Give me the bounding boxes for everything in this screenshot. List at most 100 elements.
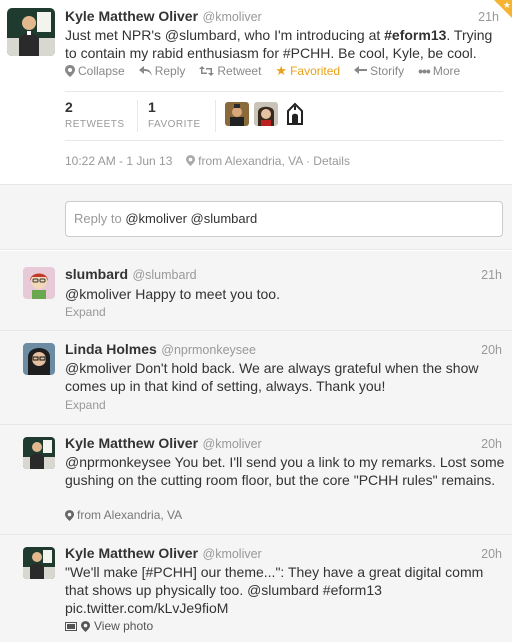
author-handle[interactable]: @nprmonkeysee: [161, 343, 256, 357]
tweet-text-part: . Be cool, Kyle, be cool.: [330, 45, 477, 61]
tweet-text: @kmoliver Happy to meet you too.: [65, 286, 280, 302]
conversation-tweet[interactable]: Kyle Matthew Oliver @kmoliver 20h @nprmo…: [0, 425, 512, 535]
author-name[interactable]: slumbard: [65, 266, 128, 282]
location-pin-icon: [81, 620, 90, 632]
avatar[interactable]: [23, 547, 55, 579]
tweet-header: Kyle Matthew Oliver @kmoliver: [65, 8, 262, 26]
tweet-text: Just met NPR's @slumbard, who I'm introd…: [65, 26, 505, 62]
tweet-text: "We'll make [#PCHH] our theme...": They …: [65, 564, 484, 616]
avatar-image: [23, 267, 55, 299]
details-link[interactable]: Details: [313, 154, 350, 168]
avatar-image: [23, 343, 55, 375]
avatar-image: [23, 437, 55, 469]
expand-link[interactable]: Expand: [65, 305, 106, 319]
conversation-tweet[interactable]: Linda Holmes @nprmonkeysee 20h @kmoliver…: [0, 331, 512, 425]
avatar-image: [7, 8, 55, 56]
tweet-header: Linda Holmes @nprmonkeysee: [65, 341, 256, 359]
reply-input-prefix: Reply to: [74, 211, 126, 226]
location-pin-icon: [185, 155, 195, 167]
conversation-tweet[interactable]: slumbard @slumbard 21h @kmoliver Happy t…: [0, 251, 512, 331]
author-handle[interactable]: @slumbard: [132, 268, 196, 282]
retweets-stat[interactable]: 2 RETWEETS: [65, 99, 125, 130]
author-name[interactable]: Kyle Matthew Oliver: [65, 8, 198, 24]
tweet-header: Kyle Matthew Oliver @kmoliver: [65, 545, 262, 563]
tweet-time[interactable]: 20h: [481, 343, 502, 357]
hashtag-link[interactable]: #PCHH: [283, 45, 330, 61]
author-handle[interactable]: @kmoliver: [203, 547, 262, 561]
photo-icon: [65, 622, 77, 631]
retweets-label: RETWEETS: [65, 119, 125, 130]
reply-button[interactable]: Reply: [138, 64, 186, 78]
tweet-datetime[interactable]: 10:22 AM - 1 Jun 13: [65, 154, 172, 168]
reply-input[interactable]: Reply to @kmoliver @slumbard: [65, 201, 503, 237]
ellipsis-icon: •••: [418, 63, 431, 79]
tweet-time[interactable]: 21h: [478, 10, 499, 24]
author-name[interactable]: Kyle Matthew Oliver: [65, 435, 198, 451]
tweet-time[interactable]: 20h: [481, 437, 502, 451]
favorited-label: Favorited: [290, 64, 341, 78]
author-name[interactable]: Kyle Matthew Oliver: [65, 545, 198, 561]
tweet-header: slumbard @slumbard: [65, 266, 197, 284]
hashtag-link[interactable]: #eform13: [384, 27, 446, 43]
stats-divider: [137, 100, 138, 132]
favorites-count: 1: [148, 99, 156, 115]
reply-label: Reply: [154, 64, 186, 78]
tweet-stats: 2 RETWEETS 1 FAVORITE: [65, 91, 503, 141]
favorites-stat[interactable]: 1 FAVORITE: [148, 99, 201, 130]
tweet-time[interactable]: 21h: [481, 268, 502, 282]
reply-arrow-icon: [138, 66, 152, 76]
tweet-location[interactable]: from Alexandria, VA: [198, 154, 303, 168]
tweet-text-part: , who I'm introducing at: [236, 27, 385, 43]
tweet-actions: Collapse Reply Retweet ★ Favorited Stori…: [65, 63, 460, 79]
tweet-time[interactable]: 20h: [481, 547, 502, 561]
stats-divider: [215, 100, 216, 132]
retweet-button[interactable]: Retweet: [199, 64, 261, 78]
retweeter-avatar[interactable]: [254, 102, 278, 126]
storify-arrow-icon: [354, 66, 368, 74]
expand-link[interactable]: Expand: [65, 398, 106, 412]
retweeter-avatar-image: [225, 102, 249, 126]
storify-label: Storify: [370, 64, 405, 78]
meta-separator: ·: [305, 154, 310, 168]
location-label: from Alexandria, VA: [77, 508, 183, 522]
tweet-text: @nprmonkeysee You bet. I'll send you a l…: [65, 454, 505, 488]
more-button[interactable]: ••• More: [418, 63, 460, 79]
favorited-button[interactable]: ★ Favorited: [275, 63, 340, 79]
avatar[interactable]: [23, 267, 55, 299]
location-pin-icon: [65, 65, 75, 77]
retweeter-avatar[interactable]: [225, 102, 249, 126]
conversation-tweet[interactable]: Kyle Matthew Oliver @kmoliver 20h "We'll…: [0, 535, 512, 642]
tweet-meta: 10:22 AM - 1 Jun 13 from Alexandria, VA …: [65, 154, 350, 168]
favorites-label: FAVORITE: [148, 119, 201, 130]
star-icon: ★: [502, 0, 511, 10]
reply-box-section: Reply to @kmoliver @slumbard: [0, 184, 512, 250]
retweeter-avatar-image: [254, 102, 278, 126]
reply-input-value: @kmoliver @slumbard: [125, 211, 258, 226]
more-label: More: [432, 64, 461, 78]
author-name[interactable]: Linda Holmes: [65, 341, 157, 357]
location-link[interactable]: from Alexandria, VA: [65, 508, 182, 522]
favoriter-avatar[interactable]: [283, 102, 307, 126]
mention-link[interactable]: @slumbard: [165, 27, 237, 43]
author-handle[interactable]: @kmoliver: [203, 10, 262, 24]
tweet-text-part: Just met NPR's: [65, 27, 165, 43]
retweet-icon: [199, 66, 215, 76]
tweet-text: @kmoliver Don't hold back. We are always…: [65, 360, 479, 394]
avatar[interactable]: [23, 343, 55, 375]
avatar[interactable]: [23, 437, 55, 469]
church-logo-icon: [283, 102, 307, 126]
avatar-image: [23, 547, 55, 579]
view-photo-link[interactable]: View photo: [65, 619, 153, 633]
view-photo-label: View photo: [94, 619, 154, 633]
retweet-label: Retweet: [217, 64, 262, 78]
collapse-label: Collapse: [78, 64, 125, 78]
main-tweet: ★ Kyle Matthew Oliver @kmoliver 21h Just…: [0, 0, 512, 182]
author-handle[interactable]: @kmoliver: [203, 437, 262, 451]
storify-button[interactable]: Storify: [354, 64, 404, 78]
tweet-header: Kyle Matthew Oliver @kmoliver: [65, 435, 262, 453]
meta-spacer: [176, 154, 183, 168]
collapse-button[interactable]: Collapse: [65, 64, 125, 78]
location-pin-icon: [65, 509, 74, 521]
avatar[interactable]: [7, 8, 55, 56]
star-icon: ★: [275, 63, 288, 78]
